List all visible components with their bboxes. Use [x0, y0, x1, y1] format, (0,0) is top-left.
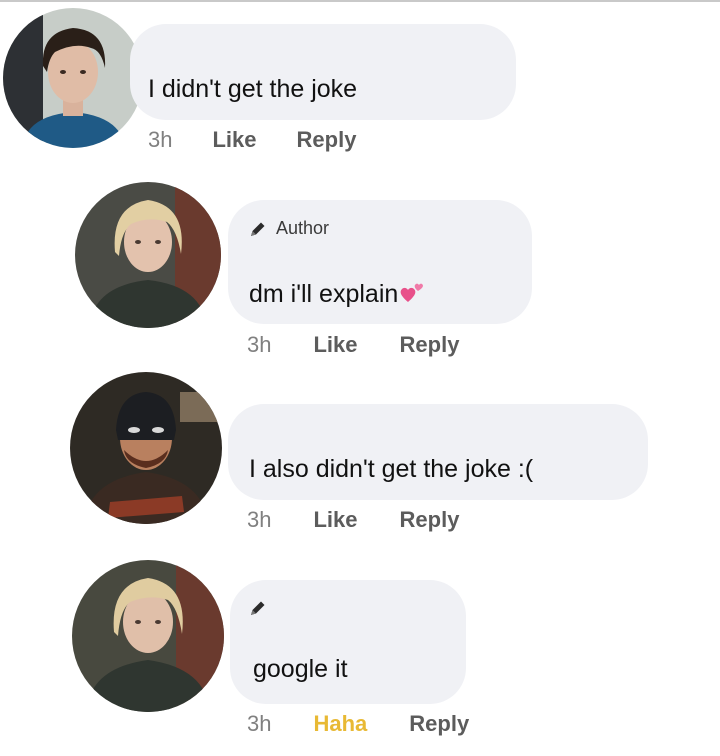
comment-bubble	[130, 24, 516, 120]
commenter-avatar[interactable]	[70, 372, 222, 524]
comment-text-content: dm i'll explain	[249, 280, 399, 308]
pencil-icon	[248, 598, 268, 618]
comment-actions: 3h Like Reply	[247, 332, 459, 358]
comment-actions: 3h Haha Reply	[247, 711, 469, 737]
pencil-icon	[248, 219, 268, 239]
comment-text: I didn't get the joke	[148, 75, 358, 103]
reply-button[interactable]: Reply	[409, 711, 469, 737]
author-badge: Author	[248, 218, 329, 239]
comment-actions: 3h Like Reply	[247, 507, 459, 533]
timestamp: 3h	[247, 711, 272, 736]
like-button[interactable]: Like	[212, 127, 256, 153]
comment-text: google it	[253, 655, 348, 683]
author-avatar[interactable]	[72, 560, 224, 712]
timestamp: 3h	[247, 507, 272, 532]
comment-actions: 3h Like Reply	[148, 127, 356, 153]
comment-text: I also didn't get the joke :(	[249, 455, 534, 483]
author-avatar[interactable]	[75, 182, 221, 328]
reply-button[interactable]: Reply	[400, 507, 460, 533]
timestamp: 3h	[148, 127, 173, 152]
haha-reaction-button[interactable]: Haha	[313, 711, 367, 737]
author-label: Author	[276, 218, 330, 238]
commenter-avatar[interactable]	[3, 8, 143, 148]
like-button[interactable]: Like	[313, 507, 357, 533]
reply-button[interactable]: Reply	[297, 127, 357, 153]
comment-text: dm i'll explain	[249, 280, 425, 309]
comment-bubble	[228, 404, 648, 500]
two-hearts-icon	[399, 282, 425, 304]
like-button[interactable]: Like	[313, 332, 357, 358]
timestamp: 3h	[247, 332, 272, 357]
reply-button[interactable]: Reply	[400, 332, 460, 358]
top-divider	[0, 0, 720, 2]
author-badge	[248, 598, 268, 618]
